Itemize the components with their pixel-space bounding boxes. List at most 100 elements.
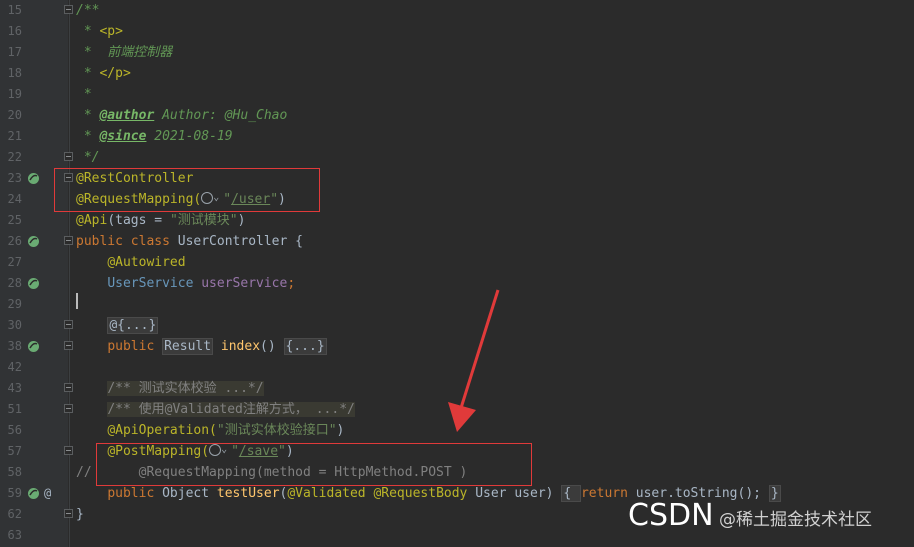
code-text[interactable]: * [76,84,92,105]
spring-bean-icon[interactable] [27,172,40,185]
line-number[interactable]: 58 [0,462,22,483]
code-token: @Validated [287,486,374,501]
line-number[interactable]: 42 [0,357,22,378]
code-text[interactable]: /** [76,0,99,21]
code-token: {...} [283,338,327,355]
code-text[interactable]: * </p> [76,63,131,84]
code-line[interactable]: 42 [0,357,914,378]
fold-toggle-icon[interactable] [64,383,73,392]
code-token: /** 使用@Validated注解方式， ...*/ [107,402,355,417]
endpoint-icon[interactable] [27,487,40,500]
code-line[interactable]: 43 /** 测试实体校验 ...*/ [0,378,914,399]
fold-toggle-icon[interactable] [64,509,73,518]
code-text[interactable]: * @author Author: @Hu_Chao [76,105,288,126]
line-number[interactable]: 23 [0,168,22,189]
code-text[interactable]: /** 测试实体校验 ...*/ [76,378,264,399]
code-text[interactable]: } [76,504,84,525]
code-line[interactable]: 21 * @since 2021-08-19 [0,126,914,147]
code-token: UserService [107,276,202,291]
line-number[interactable]: 18 [0,63,22,84]
code-token: * [76,66,100,81]
line-number[interactable]: 51 [0,399,22,420]
line-number[interactable]: 17 [0,42,22,63]
code-token: */ [76,150,100,165]
line-number[interactable]: 43 [0,378,22,399]
watermark-brand: CSDN [628,498,714,533]
line-number[interactable]: 63 [0,525,22,546]
code-text[interactable]: @{...} [76,315,159,336]
line-number[interactable]: 24 [0,189,22,210]
code-line[interactable]: 20 * @author Author: @Hu_Chao [0,105,914,126]
line-number[interactable]: 62 [0,504,22,525]
line-number[interactable]: 16 [0,21,22,42]
code-token: * [76,129,100,144]
line-number[interactable]: 29 [0,294,22,315]
code-line[interactable]: 56 @ApiOperation("测试实体校验接口") [0,420,914,441]
spring-autowire-icon[interactable] [27,277,40,290]
code-line[interactable]: 17 * 前端控制器 [0,42,914,63]
line-number[interactable]: 22 [0,147,22,168]
line-number[interactable]: 15 [0,0,22,21]
code-line[interactable]: 22 */ [0,147,914,168]
code-text[interactable]: /** 使用@Validated注解方式， ...*/ [76,399,355,420]
code-line[interactable]: 25 @Api(tags = "测试模块") [0,210,914,231]
code-text[interactable]: @Api(tags = "测试模块") [76,210,245,231]
endpoint-icon[interactable] [27,340,40,353]
line-number[interactable]: 57 [0,441,22,462]
code-token: ) [336,423,345,438]
fold-toggle-icon[interactable] [64,152,73,161]
code-token: Author: @Hu_Chao [154,108,288,123]
code-line[interactable]: 28 UserService userService; [0,273,914,294]
code-line[interactable]: 29 [0,294,914,315]
code-line[interactable]: 16 * <p> [0,21,914,42]
line-number[interactable]: 59 [0,483,22,504]
code-line[interactable]: 18 * </p> [0,63,914,84]
code-line[interactable]: 15 /** [0,0,914,21]
code-text[interactable]: public Result index() {...} [76,336,327,357]
line-number[interactable]: 25 [0,210,22,231]
fold-toggle-icon[interactable] [64,236,73,245]
fold-toggle-icon[interactable] [64,446,73,455]
fold-toggle-icon[interactable] [64,404,73,413]
fold-toggle-icon[interactable] [64,341,73,350]
line-number[interactable]: 28 [0,273,22,294]
code-text[interactable]: * 前端控制器 [76,42,173,63]
code-text[interactable]: public class UserController { [76,231,303,252]
code-token: @since [99,129,147,144]
code-line[interactable]: 30 @{...} [0,315,914,336]
code-token: "测试模块" [169,213,238,228]
code-line[interactable]: 26 public class UserController { [0,231,914,252]
line-number[interactable]: 20 [0,105,22,126]
spring-bean-icon[interactable] [27,235,40,248]
line-number[interactable]: 56 [0,420,22,441]
line-number[interactable]: 38 [0,336,22,357]
line-number[interactable]: 21 [0,126,22,147]
code-line[interactable]: 38 public Result index() {...} [0,336,914,357]
code-text[interactable]: * @since 2021-08-19 [76,126,233,147]
code-token: @{...} [107,317,159,334]
code-text[interactable]: * <p> [76,21,123,42]
fold-toggle-icon[interactable] [64,5,73,14]
code-line[interactable]: 19 * [0,84,914,105]
line-number[interactable]: 27 [0,252,22,273]
code-text[interactable]: @ApiOperation("测试实体校验接口") [76,420,344,441]
line-number[interactable]: 30 [0,315,22,336]
code-token: @RequestBody [373,486,476,501]
line-number[interactable]: 19 [0,84,22,105]
code-token: testUser [216,486,280,501]
code-token: <p> [99,24,123,39]
code-line[interactable]: 27 @Autowired [0,252,914,273]
code-text[interactable]: UserService userService; [76,273,295,294]
code-line[interactable]: 51 /** 使用@Validated注解方式， ...*/ [0,399,914,420]
code-text[interactable]: */ [76,147,100,168]
line-number[interactable]: 26 [0,231,22,252]
fold-toggle-icon[interactable] [64,320,73,329]
code-text[interactable]: @Autowired [76,252,185,273]
code-token: * [76,87,92,102]
annotation-marker-icon[interactable]: @ [44,483,51,504]
